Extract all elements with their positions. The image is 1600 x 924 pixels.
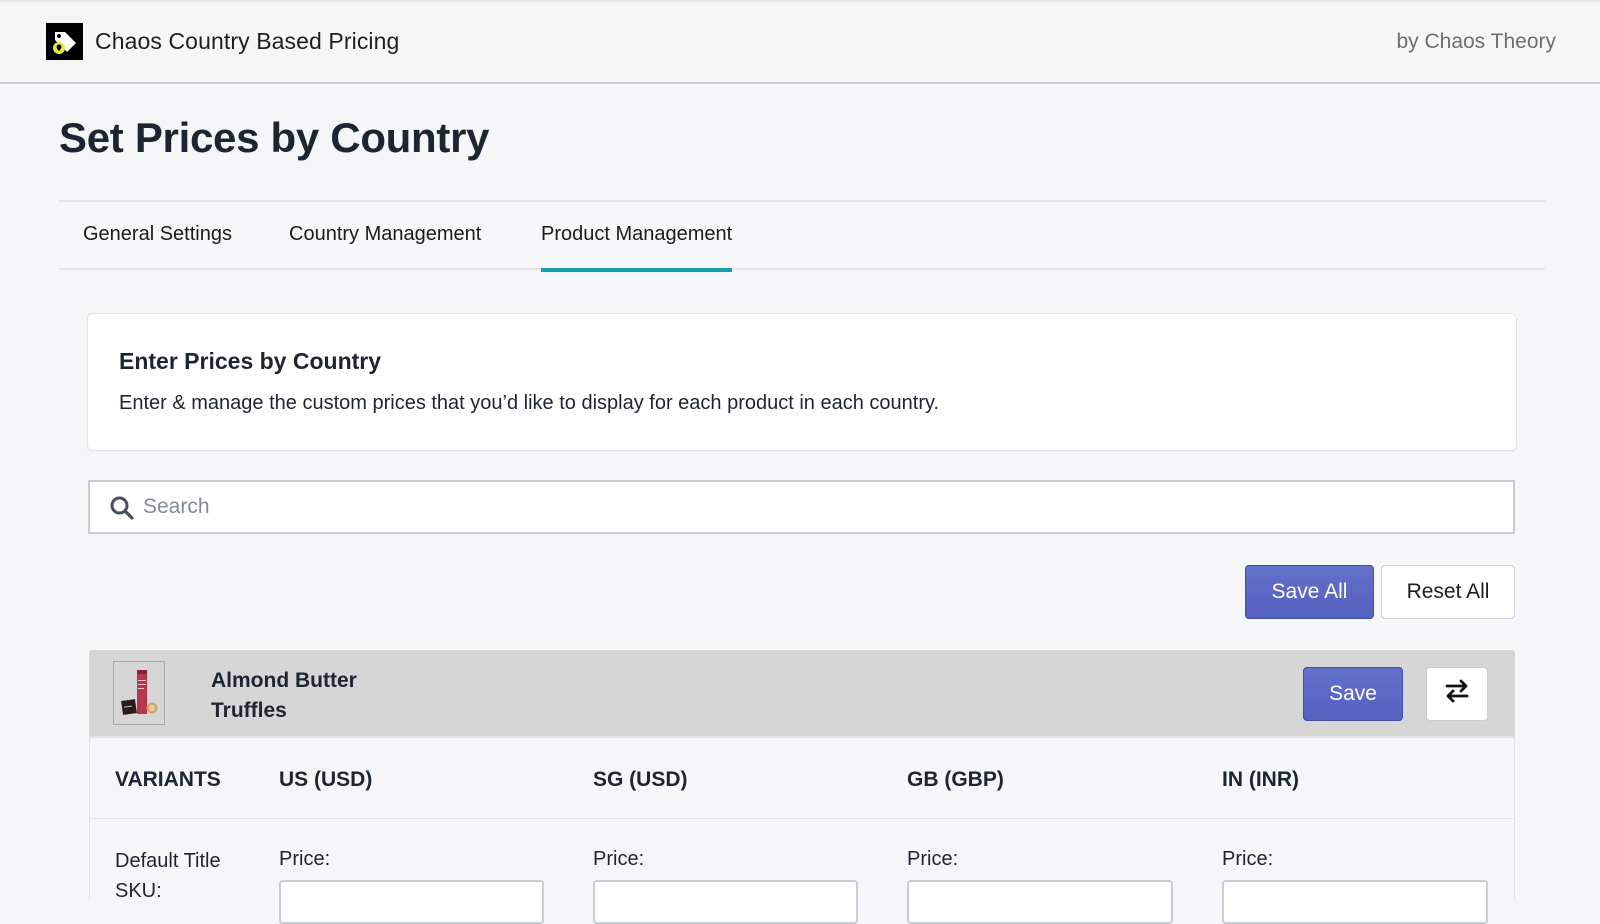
info-card-description: Enter & manage the custom prices that yo… xyxy=(119,392,940,414)
price-input-us[interactable] xyxy=(279,880,544,924)
search-field[interactable] xyxy=(88,480,1515,534)
column-header-gb: GB (GBP) xyxy=(907,768,1004,791)
price-input-in[interactable] xyxy=(1222,880,1488,924)
price-label-us: Price: xyxy=(279,848,331,870)
column-header-variants: VARIANTS xyxy=(115,768,221,791)
app-header: Chaos Country Based Pricing by Chaos The… xyxy=(0,0,1600,84)
table-header-divider xyxy=(90,818,1514,819)
variant-sku-label: SKU: xyxy=(115,880,162,902)
variants-table: VARIANTS US (USD) SG (USD) GB (GBP) IN (… xyxy=(89,738,1515,924)
product-name: Almond Butter Truffles xyxy=(211,669,357,722)
column-header-sg: SG (USD) xyxy=(593,768,688,791)
price-label-gb: Price: xyxy=(907,848,959,870)
save-product-button[interactable]: Save xyxy=(1303,667,1403,721)
tab-general-settings[interactable]: General Settings xyxy=(83,202,232,270)
variant-title: Default Title xyxy=(115,850,221,872)
price-label-in: Price: xyxy=(1222,848,1274,870)
price-input-sg[interactable] xyxy=(593,880,858,924)
tab-product-management[interactable]: Product Management xyxy=(541,202,733,272)
page-title: Set Prices by Country xyxy=(59,114,490,161)
search-input[interactable] xyxy=(143,482,1493,532)
vendor-byline[interactable]: by Chaos Theory xyxy=(1396,30,1556,54)
reset-all-button[interactable]: Reset All xyxy=(1381,565,1515,619)
swap-arrows-icon xyxy=(1443,677,1471,711)
price-tag-location-icon xyxy=(46,23,83,60)
info-card: Enter Prices by Country Enter & manage t… xyxy=(88,314,1516,450)
app-title: Chaos Country Based Pricing xyxy=(95,28,400,54)
search-icon xyxy=(109,495,135,521)
info-card-title: Enter Prices by Country xyxy=(119,348,382,374)
variant-cell: Default Title SKU: xyxy=(115,846,221,906)
tab-country-management[interactable]: Country Management xyxy=(289,202,481,270)
column-header-in: IN (INR) xyxy=(1222,768,1299,791)
column-header-us: US (USD) xyxy=(279,768,373,791)
price-label-sg: Price: xyxy=(593,848,645,870)
save-all-button[interactable]: Save All xyxy=(1245,565,1374,619)
product-thumbnail[interactable] xyxy=(113,661,165,725)
product-header: Almond Butter Truffles Save xyxy=(89,650,1515,738)
swap-button[interactable] xyxy=(1426,667,1488,721)
tabs-bar: General Settings Country Management Prod… xyxy=(59,200,1545,272)
price-input-gb[interactable] xyxy=(907,880,1173,924)
